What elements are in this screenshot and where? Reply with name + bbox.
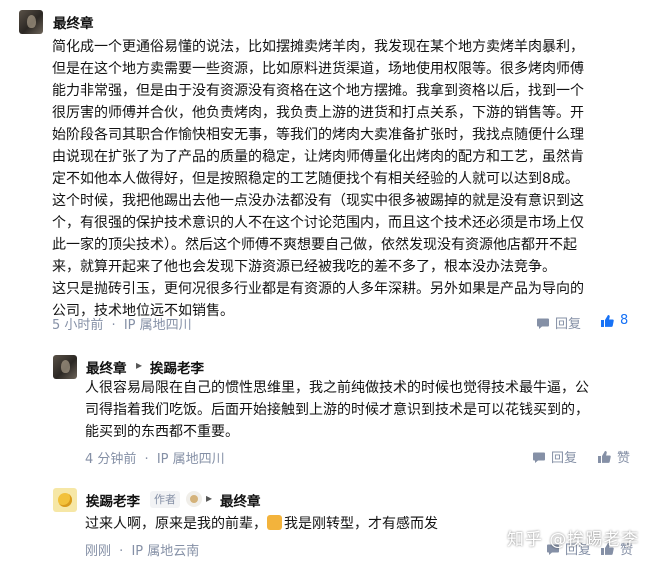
reply-button[interactable]: 回复 — [532, 447, 577, 466]
comment-time: 刚刚 — [85, 544, 112, 559]
comment-ip: IP 属地四川 — [123, 318, 192, 333]
thumbs-up-icon — [600, 314, 615, 328]
comment-2: 最终章 ▸ 挨踢老李 人很容易局限在自己的惯性思维里，我之前纯做技术的时候也觉得… — [0, 340, 654, 470]
comment-3: 挨踢老李 作者 ▸ 最终章 过来人啊，原来是我的前辈， 我是刚转型，才有感而发 刚… — [0, 470, 654, 567]
comment-meta: 4 分钟前 · IP 属地四川 — [85, 452, 225, 467]
reply-label: 回复 — [555, 317, 582, 332]
comment-author[interactable]: 最终章 — [86, 357, 127, 377]
comment-ip: IP 属地四川 — [156, 452, 225, 467]
like-button[interactable]: 赞 — [597, 447, 630, 466]
comment-ip: IP 属地云南 — [131, 544, 200, 559]
reply-label: 回复 — [551, 451, 578, 466]
comment-meta: 刚刚 · IP 属地云南 — [85, 544, 200, 559]
comment-author[interactable]: 挨踢老李 — [86, 490, 140, 510]
watermark: 知乎 @挨踢老李 — [507, 530, 640, 550]
avatar[interactable] — [19, 10, 43, 34]
reply-icon — [532, 450, 546, 464]
comment-time: 5 小时前 — [52, 318, 104, 333]
thumbs-up-emoji — [267, 515, 282, 530]
like-count: 8 — [620, 313, 629, 328]
comment-meta: 5 小时前 · IP 属地四川 — [52, 318, 192, 333]
comment-body: 简化成一个更通俗易懂的说法，比如摆摊卖烤羊肉，我发现在某个地方卖烤羊肉暴利， 但… — [52, 39, 584, 319]
comment-time: 4 分钟前 — [85, 452, 137, 467]
comment-body: 人很容易局限在自己的惯性思维里，我之前纯做技术的时候也觉得技术最牛逼，公 司得指… — [85, 380, 589, 440]
author-badge: 作者 — [150, 491, 180, 508]
thumbs-up-icon — [597, 450, 612, 464]
like-label: 赞 — [617, 451, 631, 466]
user-badge-icon — [186, 491, 202, 507]
comment-body: 过来人啊，原来是我的前辈， 我是刚转型，才有感而发 — [85, 515, 438, 532]
reply-to-user[interactable]: 挨踢老李 — [150, 357, 204, 377]
arrow-right-icon: ▸ — [206, 491, 213, 505]
like-button[interactable]: 8 — [600, 313, 628, 328]
arrow-right-icon: ▸ — [136, 358, 143, 372]
reply-button[interactable]: 回复 — [536, 313, 581, 332]
reply-to-user[interactable]: 最终章 — [220, 490, 261, 510]
avatar[interactable] — [53, 355, 77, 379]
reply-icon — [536, 316, 550, 330]
comment-author[interactable]: 最终章 — [53, 12, 94, 32]
comment-1: 最终章 简化成一个更通俗易懂的说法，比如摆摊卖烤羊肉，我发现在某个地方卖烤羊肉暴… — [0, 0, 654, 340]
avatar[interactable] — [53, 488, 77, 512]
